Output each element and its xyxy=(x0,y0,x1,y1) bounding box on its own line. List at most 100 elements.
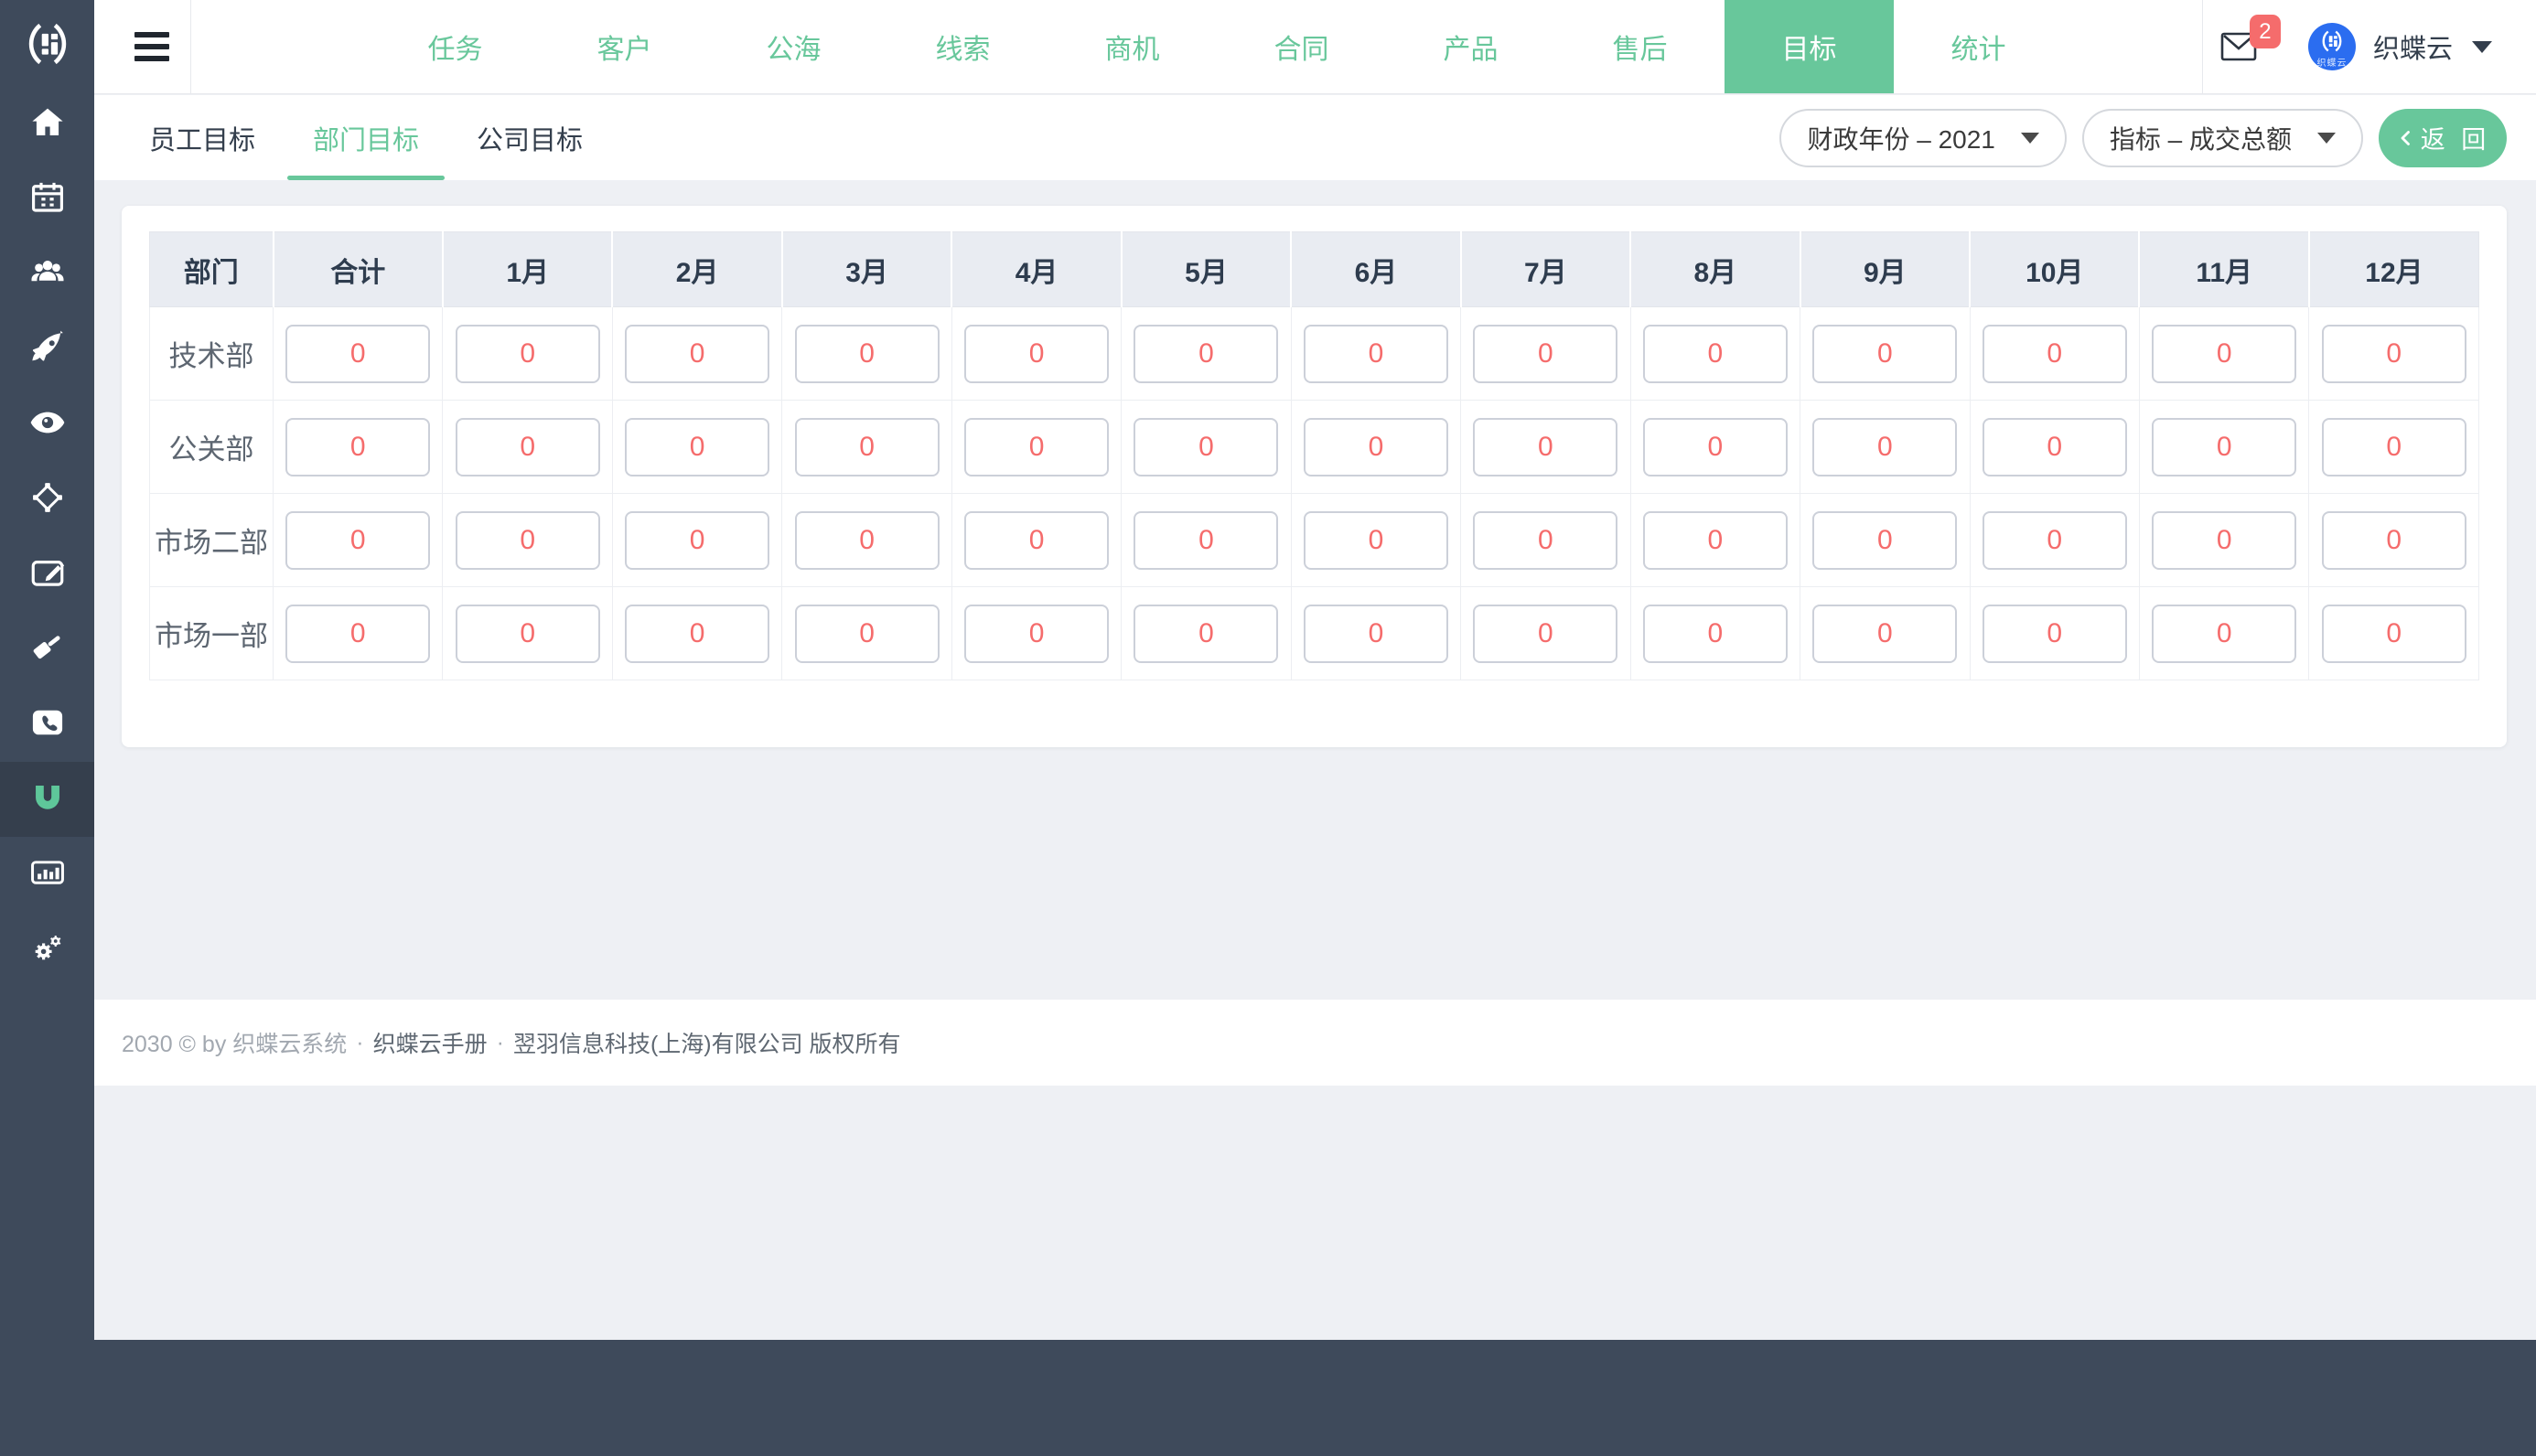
goal-input[interactable]: 0 xyxy=(2152,604,2297,663)
goal-input[interactable]: 0 xyxy=(625,510,770,570)
tab-employee-goals[interactable]: 员工目标 xyxy=(124,95,281,180)
sidebar-item-edit[interactable] xyxy=(0,537,94,612)
goal-input[interactable]: 0 xyxy=(1982,510,2127,570)
goal-input[interactable]: 0 xyxy=(1134,604,1279,663)
goal-input[interactable]: 0 xyxy=(1303,324,1448,383)
chevron-left-icon xyxy=(2401,130,2410,145)
goal-input[interactable]: 0 xyxy=(964,324,1110,383)
table-row: 技术部 0 0 0 0 0 0 0 0 0 0 0 0 0 xyxy=(149,306,2479,401)
goal-input[interactable]: 0 xyxy=(1812,604,1958,663)
nav-item-tasks[interactable]: 任务 xyxy=(371,0,540,93)
fiscal-year-select[interactable]: 财政年份 – 2021 xyxy=(1779,108,2067,167)
goal-input[interactable]: 0 xyxy=(1642,604,1788,663)
goal-input[interactable]: 0 xyxy=(1473,604,1618,663)
goal-input[interactable]: 0 xyxy=(964,510,1110,570)
goal-input[interactable]: 0 xyxy=(285,324,431,383)
goal-input[interactable]: 0 xyxy=(794,417,940,476)
goal-input[interactable]: 0 xyxy=(285,417,431,476)
goal-input[interactable]: 0 xyxy=(625,604,770,663)
username[interactable]: 织蝶云 xyxy=(2373,27,2453,66)
nav-item-after-sales[interactable]: 售后 xyxy=(1555,0,1725,93)
goal-input[interactable]: 0 xyxy=(1982,417,2127,476)
sidebar-item-eye[interactable] xyxy=(0,387,94,462)
goal-input[interactable]: 0 xyxy=(455,604,600,663)
goal-input[interactable]: 0 xyxy=(1473,417,1618,476)
goal-input[interactable]: 0 xyxy=(625,324,770,383)
app-logo[interactable] xyxy=(0,0,94,87)
goal-input[interactable]: 0 xyxy=(1642,417,1788,476)
nav-item-goals[interactable]: 目标 xyxy=(1725,0,1894,93)
goal-input[interactable]: 0 xyxy=(1303,417,1448,476)
goal-input[interactable]: 0 xyxy=(2321,510,2466,570)
tab-department-goals[interactable]: 部门目标 xyxy=(287,95,446,180)
goal-cell: 0 xyxy=(781,306,952,401)
goal-cell: 0 xyxy=(2138,493,2310,587)
goal-input[interactable]: 0 xyxy=(2321,417,2466,476)
goal-input[interactable]: 0 xyxy=(2152,510,2297,570)
sidebar-item-home[interactable] xyxy=(0,87,94,162)
goal-input[interactable]: 0 xyxy=(455,324,600,383)
goal-input[interactable]: 0 xyxy=(1982,324,2127,383)
goal-cell: 0 xyxy=(781,586,952,680)
nav-item-customers[interactable]: 客户 xyxy=(540,0,709,93)
goal-input[interactable]: 0 xyxy=(455,417,600,476)
sidebar-item-settings[interactable] xyxy=(0,912,94,987)
goal-input[interactable]: 0 xyxy=(964,604,1110,663)
nav-item-contracts[interactable]: 合同 xyxy=(1217,0,1386,93)
sidebar-item-team[interactable] xyxy=(0,237,94,312)
sidebar-item-calendar[interactable] xyxy=(0,162,94,237)
footer-manual-link[interactable]: 织蝶云手册 xyxy=(373,1026,488,1059)
goal-input[interactable]: 0 xyxy=(2152,324,2297,383)
nav-item-leads[interactable]: 线索 xyxy=(878,0,1048,93)
goal-cell: 0 xyxy=(1121,586,1292,680)
goal-input[interactable]: 0 xyxy=(1642,324,1788,383)
nav-item-statistics[interactable]: 统计 xyxy=(1894,0,2063,93)
goal-input[interactable]: 0 xyxy=(1642,510,1788,570)
nav-item-products[interactable]: 产品 xyxy=(1386,0,1555,93)
back-button[interactable]: 返 回 xyxy=(2379,108,2507,167)
goal-input[interactable]: 0 xyxy=(2152,417,2297,476)
goal-input[interactable]: 0 xyxy=(1812,417,1958,476)
sidebar-item-magnet[interactable] xyxy=(0,762,94,837)
goal-input[interactable]: 0 xyxy=(794,510,940,570)
sidebar-item-nodes[interactable] xyxy=(0,462,94,537)
tab-company-goals[interactable]: 公司目标 xyxy=(451,95,608,180)
goal-input[interactable]: 0 xyxy=(1982,604,2127,663)
goal-input[interactable]: 0 xyxy=(2321,604,2466,663)
goal-input[interactable]: 0 xyxy=(964,417,1110,476)
goal-input[interactable]: 0 xyxy=(625,417,770,476)
sidebar-item-chart[interactable] xyxy=(0,837,94,912)
menu-toggle-button[interactable] xyxy=(134,32,169,61)
goal-input[interactable]: 0 xyxy=(455,510,600,570)
chevron-down-icon[interactable] xyxy=(2472,40,2492,53)
nav-item-open-sea[interactable]: 公海 xyxy=(709,0,878,93)
goal-input[interactable]: 0 xyxy=(794,324,940,383)
table-row: 公关部 0 0 0 0 0 0 0 0 0 0 0 0 0 xyxy=(149,400,2479,494)
goal-input[interactable]: 0 xyxy=(1812,324,1958,383)
goal-input[interactable]: 0 xyxy=(1473,510,1618,570)
goal-input[interactable]: 0 xyxy=(1134,417,1279,476)
avatar[interactable]: 织蝶云 xyxy=(2307,23,2356,70)
goal-input[interactable]: 0 xyxy=(1134,324,1279,383)
goal-input[interactable]: 0 xyxy=(2321,324,2466,383)
divider xyxy=(190,0,191,93)
goal-input[interactable]: 0 xyxy=(1303,604,1448,663)
goal-input[interactable]: 0 xyxy=(1473,324,1618,383)
goal-input[interactable]: 0 xyxy=(1812,510,1958,570)
goal-input[interactable]: 0 xyxy=(794,604,940,663)
goal-input[interactable]: 0 xyxy=(285,604,431,663)
goal-cell: 0 xyxy=(1121,493,1292,587)
nav-item-opportunities[interactable]: 商机 xyxy=(1048,0,1217,93)
goal-cell: 0 xyxy=(1800,400,1971,494)
goal-cell: 0 xyxy=(1121,306,1292,401)
goal-input[interactable]: 0 xyxy=(1303,510,1448,570)
footer-company-link[interactable]: 翌羽信息科技(上海)有限公司 版权所有 xyxy=(513,1026,901,1059)
notifications-button[interactable]: 2 xyxy=(2220,15,2281,62)
sidebar-item-phone[interactable] xyxy=(0,687,94,762)
sidebar-item-hammer[interactable] xyxy=(0,612,94,687)
metric-select[interactable]: 指标 – 成交总额 xyxy=(2081,108,2363,167)
sidebar-item-rocket[interactable] xyxy=(0,312,94,387)
goal-input[interactable]: 0 xyxy=(1134,510,1279,570)
phone-icon xyxy=(28,703,67,746)
goal-input[interactable]: 0 xyxy=(285,510,431,570)
